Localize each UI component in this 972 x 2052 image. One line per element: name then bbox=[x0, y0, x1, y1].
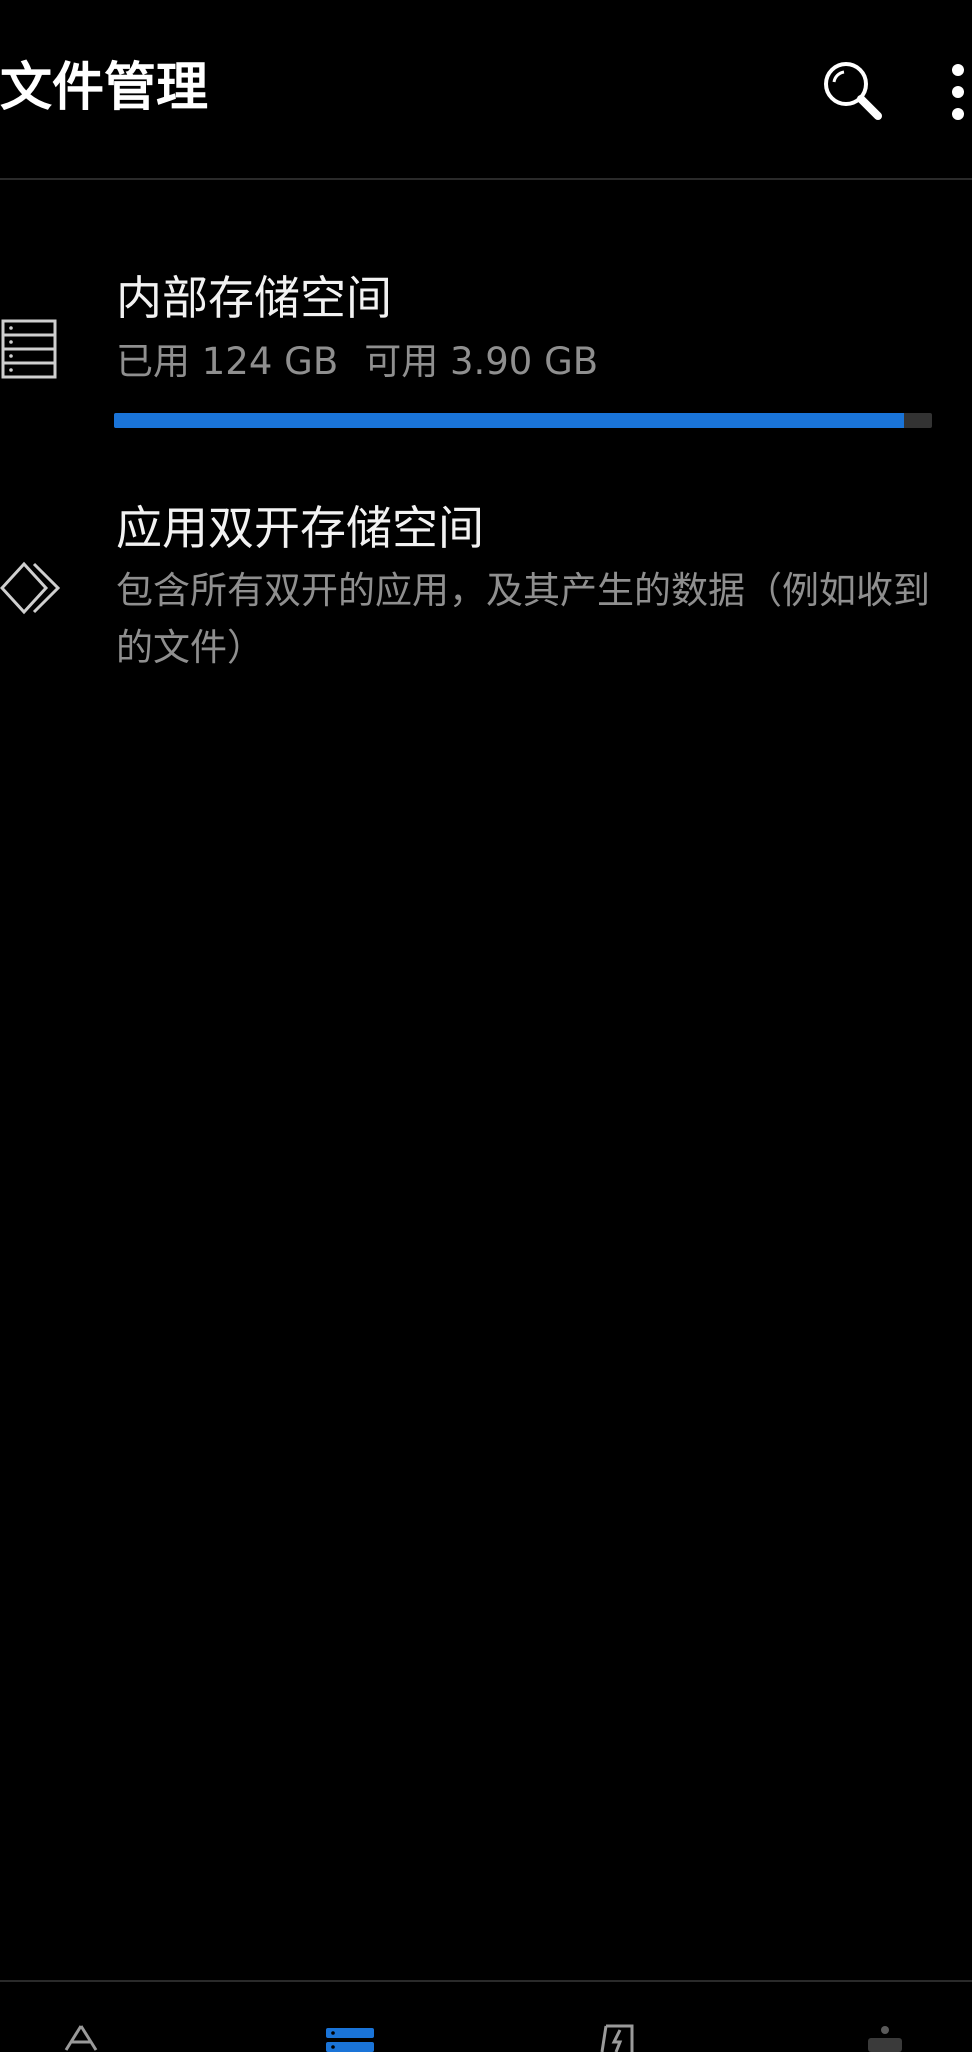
file-manager-screen: 文件管理 内部存储空间 已用 124 GB 可用 3.90 GB 应用双开存储空… bbox=[0, 0, 972, 2052]
nav-storage-button[interactable] bbox=[324, 2022, 376, 2052]
free-space-text: 可用 3.90 GB bbox=[364, 340, 599, 383]
nav-other-button[interactable] bbox=[862, 2022, 908, 2052]
other-icon bbox=[868, 2026, 902, 2052]
dual-app-icon-wrap bbox=[0, 558, 66, 618]
nav-clean-button[interactable] bbox=[596, 2022, 642, 2052]
internal-storage-item[interactable]: 内部存储空间 已用 124 GB 可用 3.90 GB bbox=[0, 230, 972, 460]
storage-icon bbox=[326, 2028, 374, 2052]
used-space-text: 已用 124 GB bbox=[116, 340, 339, 383]
nav-recent-button[interactable] bbox=[58, 2022, 104, 2052]
more-options-button[interactable] bbox=[940, 60, 972, 124]
recent-icon bbox=[64, 2025, 98, 2051]
search-button[interactable] bbox=[818, 56, 888, 126]
more-vertical-icon bbox=[952, 64, 964, 120]
storage-usage-fill bbox=[114, 413, 905, 428]
dual-app-storage-title: 应用双开存储空间 bbox=[116, 501, 484, 555]
internal-storage-title: 内部存储空间 bbox=[116, 271, 392, 325]
storage-usage-bar bbox=[114, 413, 932, 428]
internal-storage-icon-wrap bbox=[0, 318, 60, 382]
bottom-navigation bbox=[0, 1982, 972, 2052]
search-icon bbox=[824, 62, 882, 120]
dual-app-storage-item[interactable]: 应用双开存储空间 包含所有双开的应用，及其产生的数据（例如收到的文件） bbox=[0, 470, 972, 700]
storage-list-icon bbox=[1, 319, 57, 379]
dual-diamond-icon bbox=[0, 561, 61, 615]
clean-icon bbox=[600, 2024, 634, 2052]
internal-storage-usage: 已用 124 GB 可用 3.90 GB bbox=[116, 338, 598, 386]
app-bar-divider bbox=[0, 178, 972, 180]
dual-app-storage-description: 包含所有双开的应用，及其产生的数据（例如收到的文件） bbox=[116, 569, 930, 669]
page-title: 文件管理 bbox=[0, 58, 209, 118]
app-bar: 文件管理 bbox=[0, 0, 972, 178]
